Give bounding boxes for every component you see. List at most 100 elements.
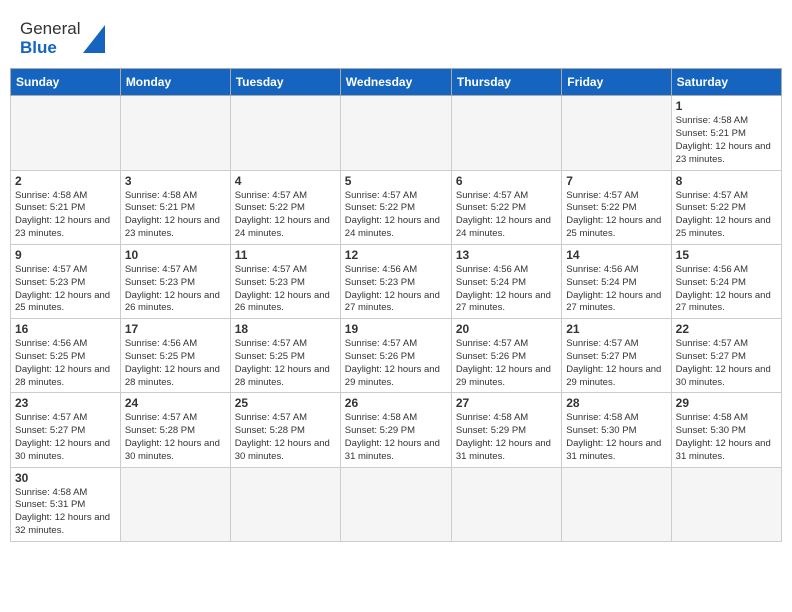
- calendar-week-row: 1 Sunrise: 4:58 AM Sunset: 5:21 PM Daylig…: [11, 96, 782, 170]
- calendar-cell: [230, 467, 340, 541]
- day-number: 7: [566, 174, 666, 188]
- day-info: Sunrise: 4:58 AM Sunset: 5:21 PM Dayligh…: [125, 190, 226, 241]
- calendar-cell: 1 Sunrise: 4:58 AM Sunset: 5:21 PM Daylig…: [671, 96, 781, 170]
- calendar-cell: 22 Sunrise: 4:57 AM Sunset: 5:27 PM Dayli…: [671, 319, 781, 393]
- calendar-cell: [230, 96, 340, 170]
- day-info: Sunrise: 4:57 AM Sunset: 5:23 PM Dayligh…: [235, 264, 336, 315]
- day-info: Sunrise: 4:57 AM Sunset: 5:22 PM Dayligh…: [566, 190, 666, 241]
- day-number: 29: [676, 396, 777, 410]
- calendar-week-row: 16 Sunrise: 4:56 AM Sunset: 5:25 PM Dayli…: [11, 319, 782, 393]
- day-number: 9: [15, 248, 116, 262]
- logo-icon: [83, 25, 105, 53]
- day-number: 26: [345, 396, 447, 410]
- day-number: 15: [676, 248, 777, 262]
- calendar-cell: 2 Sunrise: 4:58 AM Sunset: 5:21 PM Daylig…: [11, 170, 121, 244]
- calendar-cell: [340, 96, 451, 170]
- calendar-cell: 27 Sunrise: 4:58 AM Sunset: 5:29 PM Dayli…: [451, 393, 561, 467]
- day-info: Sunrise: 4:57 AM Sunset: 5:23 PM Dayligh…: [125, 264, 226, 315]
- weekday-sunday: Sunday: [11, 69, 121, 96]
- calendar-cell: 12 Sunrise: 4:56 AM Sunset: 5:23 PM Dayli…: [340, 244, 451, 318]
- calendar-cell: 29 Sunrise: 4:58 AM Sunset: 5:30 PM Dayli…: [671, 393, 781, 467]
- calendar-cell: [340, 467, 451, 541]
- day-info: Sunrise: 4:56 AM Sunset: 5:25 PM Dayligh…: [15, 338, 116, 389]
- calendar-cell: [11, 96, 121, 170]
- calendar-cell: 10Sunrise: 4:57 AM Sunset: 5:23 PM Dayli…: [120, 244, 230, 318]
- day-number: 17: [125, 322, 226, 336]
- calendar-cell: 23 Sunrise: 4:57 AM Sunset: 5:27 PM Dayli…: [11, 393, 121, 467]
- calendar-cell: 28Sunrise: 4:58 AM Sunset: 5:30 PM Dayli…: [562, 393, 671, 467]
- day-number: 6: [456, 174, 557, 188]
- day-info: Sunrise: 4:57 AM Sunset: 5:22 PM Dayligh…: [345, 190, 447, 241]
- calendar-cell: 25Sunrise: 4:57 AM Sunset: 5:28 PM Dayli…: [230, 393, 340, 467]
- day-info: Sunrise: 4:58 AM Sunset: 5:21 PM Dayligh…: [15, 190, 116, 241]
- calendar-cell: [562, 467, 671, 541]
- calendar-cell: 19 Sunrise: 4:57 AM Sunset: 5:26 PM Dayli…: [340, 319, 451, 393]
- calendar-week-row: 9 Sunrise: 4:57 AM Sunset: 5:23 PM Daylig…: [11, 244, 782, 318]
- weekday-header-row: SundayMondayTuesdayWednesdayThursdayFrid…: [11, 69, 782, 96]
- day-info: Sunrise: 4:56 AM Sunset: 5:25 PM Dayligh…: [125, 338, 226, 389]
- day-number: 2: [15, 174, 116, 188]
- day-info: Sunrise: 4:57 AM Sunset: 5:22 PM Dayligh…: [676, 190, 777, 241]
- calendar-cell: 4Sunrise: 4:57 AM Sunset: 5:22 PM Daylig…: [230, 170, 340, 244]
- weekday-saturday: Saturday: [671, 69, 781, 96]
- day-number: 20: [456, 322, 557, 336]
- day-number: 21: [566, 322, 666, 336]
- day-number: 22: [676, 322, 777, 336]
- day-number: 23: [15, 396, 116, 410]
- calendar-cell: 24Sunrise: 4:57 AM Sunset: 5:28 PM Dayli…: [120, 393, 230, 467]
- calendar-cell: 18 Sunrise: 4:57 AM Sunset: 5:25 PM Dayli…: [230, 319, 340, 393]
- day-number: 27: [456, 396, 557, 410]
- day-info: Sunrise: 4:58 AM Sunset: 5:21 PM Dayligh…: [676, 115, 777, 166]
- calendar-cell: [451, 467, 561, 541]
- calendar-cell: 8 Sunrise: 4:57 AM Sunset: 5:22 PM Daylig…: [671, 170, 781, 244]
- calendar-cell: 15Sunrise: 4:56 AM Sunset: 5:24 PM Dayli…: [671, 244, 781, 318]
- day-number: 28: [566, 396, 666, 410]
- day-info: Sunrise: 4:57 AM Sunset: 5:28 PM Dayligh…: [235, 412, 336, 463]
- weekday-tuesday: Tuesday: [230, 69, 340, 96]
- calendar-week-row: 2 Sunrise: 4:58 AM Sunset: 5:21 PM Daylig…: [11, 170, 782, 244]
- day-number: 8: [676, 174, 777, 188]
- day-number: 24: [125, 396, 226, 410]
- day-number: 14: [566, 248, 666, 262]
- calendar-cell: 13Sunrise: 4:56 AM Sunset: 5:24 PM Dayli…: [451, 244, 561, 318]
- calendar-cell: 7 Sunrise: 4:57 AM Sunset: 5:22 PM Daylig…: [562, 170, 671, 244]
- day-number: 3: [125, 174, 226, 188]
- day-number: 11: [235, 248, 336, 262]
- day-info: Sunrise: 4:57 AM Sunset: 5:27 PM Dayligh…: [676, 338, 777, 389]
- calendar-cell: 11 Sunrise: 4:57 AM Sunset: 5:23 PM Dayli…: [230, 244, 340, 318]
- day-info: Sunrise: 4:58 AM Sunset: 5:31 PM Dayligh…: [15, 487, 116, 538]
- day-number: 19: [345, 322, 447, 336]
- calendar-cell: 26 Sunrise: 4:58 AM Sunset: 5:29 PM Dayli…: [340, 393, 451, 467]
- day-number: 18: [235, 322, 336, 336]
- day-number: 13: [456, 248, 557, 262]
- calendar-week-row: 30 Sunrise: 4:58 AM Sunset: 5:31 PM Dayli…: [11, 467, 782, 541]
- calendar-cell: 3 Sunrise: 4:58 AM Sunset: 5:21 PM Daylig…: [120, 170, 230, 244]
- calendar-week-row: 23 Sunrise: 4:57 AM Sunset: 5:27 PM Dayli…: [11, 393, 782, 467]
- day-info: Sunrise: 4:56 AM Sunset: 5:23 PM Dayligh…: [345, 264, 447, 315]
- weekday-thursday: Thursday: [451, 69, 561, 96]
- day-number: 16: [15, 322, 116, 336]
- day-info: Sunrise: 4:58 AM Sunset: 5:30 PM Dayligh…: [676, 412, 777, 463]
- day-number: 30: [15, 471, 116, 485]
- day-info: Sunrise: 4:57 AM Sunset: 5:22 PM Dayligh…: [456, 190, 557, 241]
- calendar-cell: [120, 467, 230, 541]
- calendar-cell: 6 Sunrise: 4:57 AM Sunset: 5:22 PM Daylig…: [451, 170, 561, 244]
- day-info: Sunrise: 4:57 AM Sunset: 5:27 PM Dayligh…: [15, 412, 116, 463]
- calendar-cell: 16 Sunrise: 4:56 AM Sunset: 5:25 PM Dayli…: [11, 319, 121, 393]
- day-info: Sunrise: 4:58 AM Sunset: 5:29 PM Dayligh…: [456, 412, 557, 463]
- calendar-cell: 30 Sunrise: 4:58 AM Sunset: 5:31 PM Dayli…: [11, 467, 121, 541]
- day-number: 4: [235, 174, 336, 188]
- calendar-cell: 21Sunrise: 4:57 AM Sunset: 5:27 PM Dayli…: [562, 319, 671, 393]
- day-info: Sunrise: 4:57 AM Sunset: 5:26 PM Dayligh…: [456, 338, 557, 389]
- calendar-cell: [562, 96, 671, 170]
- calendar-cell: [451, 96, 561, 170]
- day-info: Sunrise: 4:58 AM Sunset: 5:29 PM Dayligh…: [345, 412, 447, 463]
- calendar-cell: 17 Sunrise: 4:56 AM Sunset: 5:25 PM Dayli…: [120, 319, 230, 393]
- day-number: 12: [345, 248, 447, 262]
- day-number: 1: [676, 99, 777, 113]
- calendar-cell: [120, 96, 230, 170]
- day-info: Sunrise: 4:57 AM Sunset: 5:26 PM Dayligh…: [345, 338, 447, 389]
- calendar-cell: 20 Sunrise: 4:57 AM Sunset: 5:26 PM Dayli…: [451, 319, 561, 393]
- calendar-cell: 5Sunrise: 4:57 AM Sunset: 5:22 PM Daylig…: [340, 170, 451, 244]
- day-info: Sunrise: 4:57 AM Sunset: 5:25 PM Dayligh…: [235, 338, 336, 389]
